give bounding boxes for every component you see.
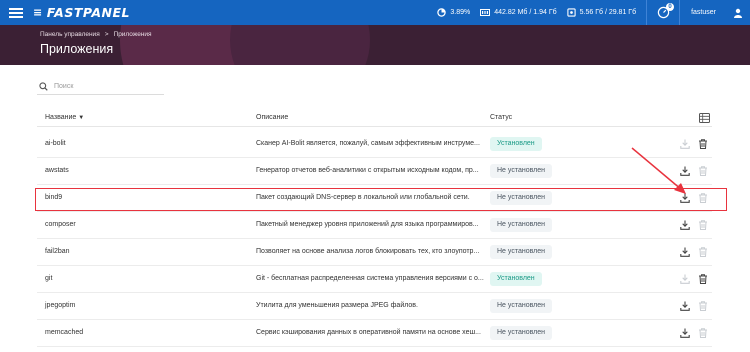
notifications-button[interactable]: 0 bbox=[647, 0, 679, 25]
app-description: Генератор отчетов веб-аналитики с открыт… bbox=[256, 167, 479, 174]
app-name: memcached bbox=[45, 329, 84, 336]
column-header-description: Описание bbox=[256, 114, 289, 121]
download-icon bbox=[680, 220, 690, 230]
status-badge: Не установлен bbox=[490, 164, 552, 178]
breadcrumb-current: Приложения bbox=[113, 31, 152, 38]
table-row[interactable]: ai-bolit Сканер AI-Bolit является, пожал… bbox=[37, 131, 712, 158]
app-description: Сканер AI-Bolit является, пожалуй, самым… bbox=[256, 140, 480, 147]
cpu-stat: 3.89% bbox=[437, 8, 470, 17]
app-description: Git - бесплатная распределенная система … bbox=[256, 275, 484, 282]
app-name: awstats bbox=[45, 167, 69, 174]
install-button[interactable] bbox=[678, 245, 692, 259]
ram-stat: 442.82 Мб / 1.94 Гб bbox=[480, 9, 557, 16]
page-title: Приложения bbox=[40, 42, 114, 56]
menu-icon[interactable] bbox=[9, 7, 23, 18]
app-description: Пакетный менеджер уровня приложений для … bbox=[256, 221, 479, 228]
install-button[interactable] bbox=[678, 299, 692, 313]
install-button[interactable] bbox=[678, 164, 692, 178]
breadcrumb-home[interactable]: Панель управления bbox=[40, 31, 100, 38]
install-button[interactable] bbox=[678, 326, 692, 340]
table-row[interactable]: composer Пакетный менеджер уровня прилож… bbox=[37, 212, 712, 239]
logo[interactable]: ≡ FASTPANEL bbox=[33, 5, 130, 20]
search-icon bbox=[39, 82, 48, 91]
header-decoration bbox=[230, 25, 370, 65]
trash-icon bbox=[699, 220, 707, 230]
delete-button bbox=[696, 245, 710, 259]
notification-count: 0 bbox=[666, 3, 675, 11]
download-icon bbox=[680, 301, 690, 311]
delete-button bbox=[696, 218, 710, 232]
cpu-value: 3.89% bbox=[450, 9, 471, 16]
page-header: Панель управления > Приложения Приложени… bbox=[0, 25, 750, 65]
disk-value: 5.56 Гб / 29.81 Гб bbox=[579, 9, 637, 16]
download-icon bbox=[680, 328, 690, 338]
trash-icon bbox=[699, 274, 707, 284]
top-bar: ≡ FASTPANEL 3.89% 442.82 Мб / 1.94 Гб 5.… bbox=[0, 0, 750, 25]
ram-icon bbox=[480, 9, 491, 16]
server-stats: 3.89% 442.82 Мб / 1.94 Гб 5.56 Гб / 29.8… bbox=[437, 0, 750, 25]
ram-value: 442.82 Мб / 1.94 Гб bbox=[494, 9, 557, 16]
column-header-name[interactable]: Название ▼ bbox=[45, 114, 84, 121]
logo-text: FASTPANEL bbox=[46, 5, 131, 20]
status-badge: Не установлен bbox=[490, 326, 552, 340]
install-button bbox=[678, 272, 692, 286]
delete-button[interactable] bbox=[696, 137, 710, 151]
disk-stat: 5.56 Гб / 29.81 Гб bbox=[566, 8, 637, 17]
breadcrumb: Панель управления > Приложения bbox=[40, 31, 152, 38]
logo-mark-icon: ≡ bbox=[33, 6, 43, 19]
app-name: git bbox=[45, 275, 53, 282]
trash-icon bbox=[699, 139, 707, 149]
app-description: Позволяет на основе анализа логов блокир… bbox=[256, 248, 480, 255]
app-name: ai-bolit bbox=[45, 140, 66, 147]
highlight-box bbox=[35, 188, 727, 211]
table-row[interactable]: git Git - бесплатная распределенная сист… bbox=[37, 266, 712, 293]
column-header-status: Статус bbox=[490, 114, 513, 121]
username[interactable]: fastuser bbox=[680, 9, 726, 16]
delete-button bbox=[696, 326, 710, 340]
trash-icon bbox=[699, 328, 707, 338]
table-row[interactable]: fail2ban Позволяет на основе анализа лог… bbox=[37, 239, 712, 266]
search-box bbox=[37, 79, 164, 95]
cpu-icon bbox=[437, 8, 447, 17]
delete-button[interactable] bbox=[696, 272, 710, 286]
status-badge: Не установлен bbox=[490, 299, 552, 313]
app-description: Утилита для уменьшения размера JPEG файл… bbox=[256, 302, 418, 309]
download-icon bbox=[680, 274, 690, 284]
app-description: Сервис кэширования данных в оперативной … bbox=[256, 329, 481, 336]
app-name: fail2ban bbox=[45, 248, 70, 255]
breadcrumb-separator: > bbox=[104, 31, 109, 38]
download-icon bbox=[680, 247, 690, 257]
app-name: composer bbox=[45, 221, 76, 228]
user-icon bbox=[734, 8, 742, 18]
table-header: Название ▼ Описание Статус bbox=[37, 110, 712, 127]
table-row[interactable]: memcached Сервис кэширования данных в оп… bbox=[37, 320, 712, 347]
status-badge: Установлен bbox=[490, 272, 542, 286]
app-name: jpegoptim bbox=[45, 302, 76, 309]
trash-icon bbox=[699, 301, 707, 311]
download-icon bbox=[680, 166, 690, 176]
delete-button bbox=[696, 164, 710, 178]
search-input[interactable] bbox=[54, 83, 154, 90]
user-menu[interactable] bbox=[726, 0, 750, 25]
table-row[interactable]: jpegoptim Утилита для уменьшения размера… bbox=[37, 293, 712, 320]
sort-down-icon: ▼ bbox=[78, 115, 85, 121]
disk-icon bbox=[566, 8, 576, 17]
status-badge: Не установлен bbox=[490, 245, 552, 259]
download-icon bbox=[680, 139, 690, 149]
table-row[interactable]: awstats Генератор отчетов веб-аналитики … bbox=[37, 158, 712, 185]
install-button[interactable] bbox=[678, 218, 692, 232]
status-badge: Установлен bbox=[490, 137, 542, 151]
status-badge: Не установлен bbox=[490, 218, 552, 232]
columns-icon[interactable] bbox=[699, 113, 710, 123]
delete-button bbox=[696, 299, 710, 313]
install-button bbox=[678, 137, 692, 151]
trash-icon bbox=[699, 247, 707, 257]
trash-icon bbox=[699, 166, 707, 176]
